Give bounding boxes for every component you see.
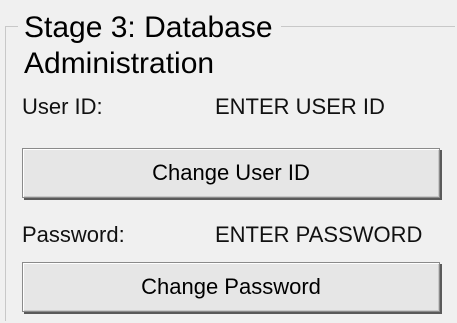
groupbox-title: Stage 3: Database Administration bbox=[18, 10, 281, 82]
user-id-value: ENTER USER ID bbox=[215, 94, 385, 119]
groupbox-title-line2: Administration bbox=[24, 47, 215, 80]
change-password-button[interactable]: Change Password bbox=[22, 262, 440, 312]
groupbox-title-line1: Stage 3: Database bbox=[24, 11, 273, 44]
password-label: Password: bbox=[22, 222, 125, 247]
database-admin-panel: Stage 3: Database Administration User ID… bbox=[0, 0, 457, 323]
password-value: ENTER PASSWORD bbox=[215, 222, 423, 247]
user-id-label: User ID: bbox=[22, 94, 103, 119]
change-user-id-button[interactable]: Change User ID bbox=[22, 148, 440, 198]
